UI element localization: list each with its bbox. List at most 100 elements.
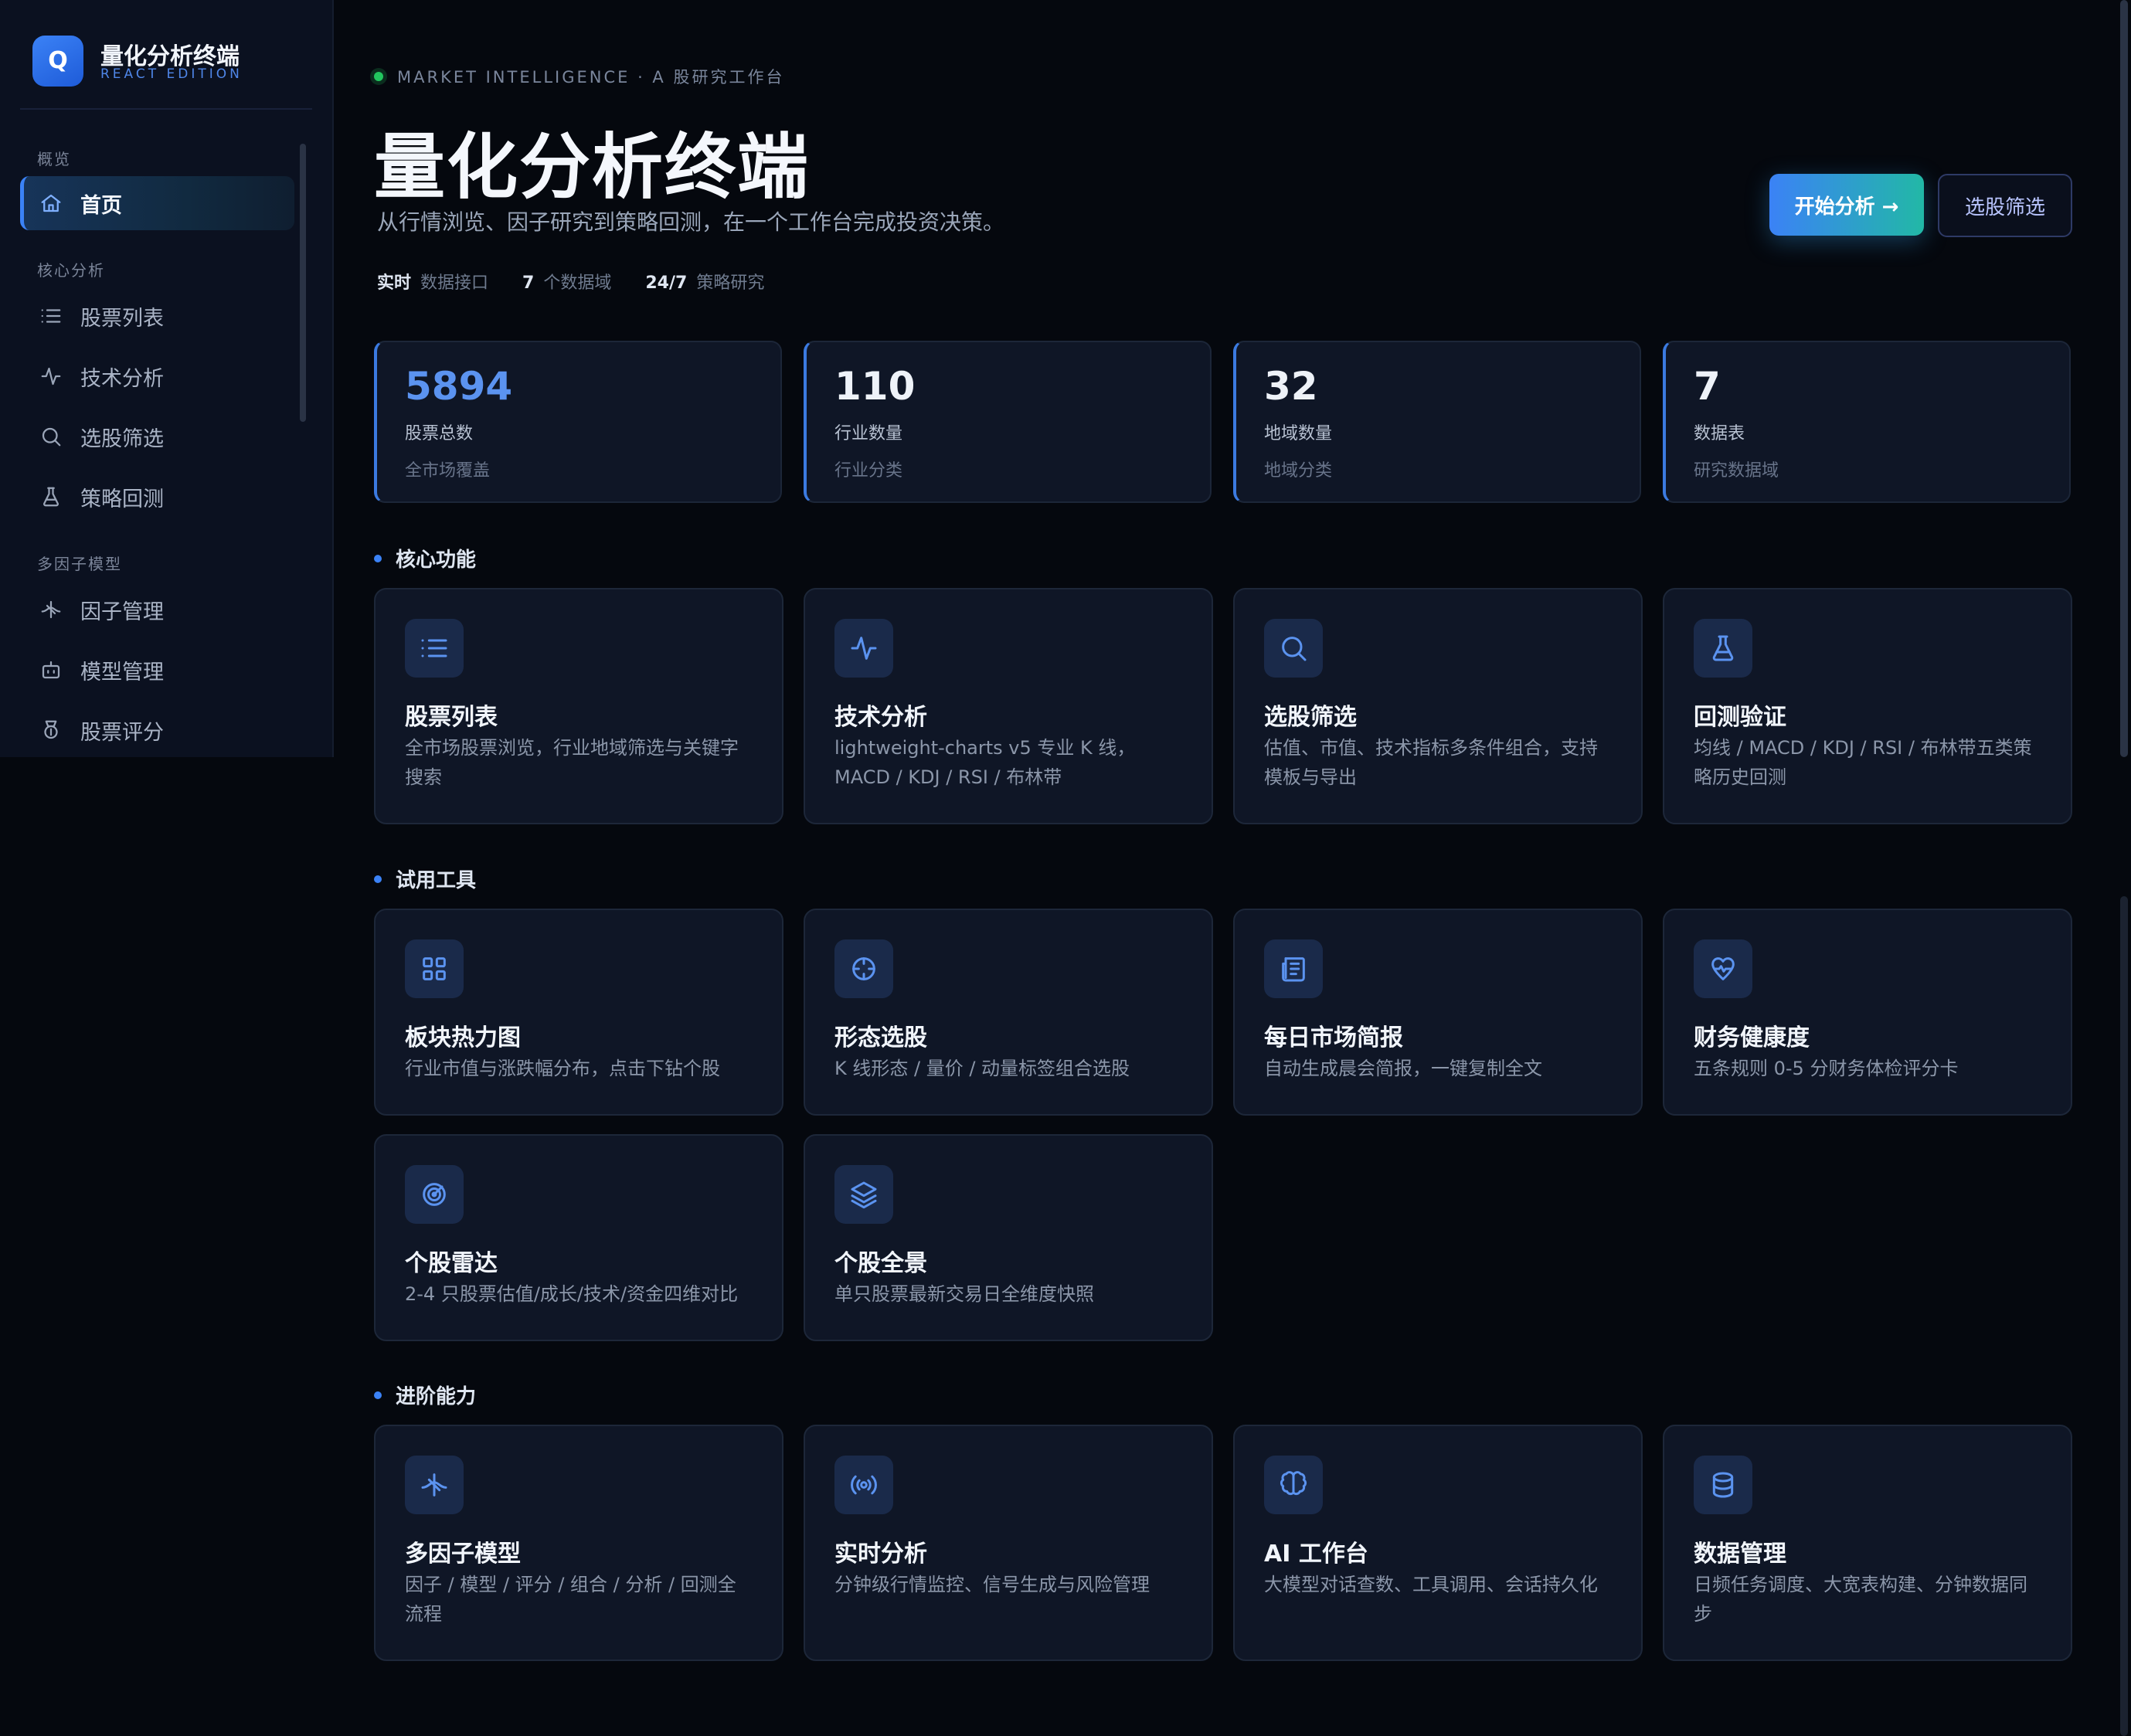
- section-heading-core: 核心功能: [374, 544, 476, 572]
- advanced-card-multifactor[interactable]: 多因子模型 因子 / 模型 / 评分 / 组合 / 分析 / 回测全流程: [374, 1425, 783, 1661]
- bot-icon: [37, 656, 65, 684]
- tool-card-panorama[interactable]: 个股全景 单只股票最新交易日全维度快照: [804, 1134, 1213, 1341]
- section-heading-advanced: 进阶能力: [374, 1381, 476, 1409]
- advanced-card-data-management[interactable]: 数据管理 日频任务调度、大宽表构建、分钟数据同步: [1663, 1425, 2072, 1661]
- brand-subtitle: REACT EDITION: [100, 66, 243, 82]
- sidebar-item-screener[interactable]: 选股筛选: [20, 409, 291, 464]
- sidebar-item-label: 首页: [80, 193, 122, 218]
- advanced-card-realtime[interactable]: 实时分析 分钟级行情监控、信号生成与风险管理: [804, 1425, 1213, 1661]
- card-title: 多因子模型: [405, 1541, 521, 1568]
- brand[interactable]: Q 量化分析终端 REACT EDITION: [20, 34, 312, 110]
- feature-card-backtest[interactable]: 回测验证 均线 / MACD / KDJ / RSI / 布林带五类策略历史回测: [1663, 588, 2072, 824]
- nav-section-multifactor: 多因子模型: [37, 555, 122, 573]
- card-description: 行业市值与涨跌幅分布，点击下钻个股: [405, 1058, 720, 1079]
- stat-label: 数据表: [1694, 424, 1745, 443]
- sidebar-item-label: 模型管理: [80, 660, 164, 685]
- section-heading-tools: 试用工具: [374, 865, 476, 893]
- feature-card-technical[interactable]: 技术分析 lightweight-charts v5 专业 K 线，MACD /…: [804, 588, 1213, 824]
- card-title: AI 工作台: [1264, 1541, 1368, 1568]
- card-description: 五条规则 0-5 分财务体检评分卡: [1694, 1058, 1959, 1079]
- radio-icon: [834, 1456, 893, 1514]
- crosshair-icon: [834, 939, 893, 998]
- card-title: 回测验证: [1694, 704, 1786, 731]
- tool-card-pattern[interactable]: 形态选股 K 线形态 / 量价 / 动量标签组合选股: [804, 909, 1213, 1116]
- sidebar-item-label: 股票列表: [80, 306, 164, 331]
- card-title: 实时分析: [834, 1541, 927, 1568]
- sidebar-item-label: 因子管理: [80, 600, 164, 624]
- sidebar-item-model-management[interactable]: 模型管理: [20, 643, 291, 697]
- card-description: 大模型对话查数、工具调用、会话持久化: [1264, 1574, 1598, 1595]
- sidebar: Q 量化分析终端 REACT EDITION 概览 首页 核心分析 股票列表 技…: [0, 0, 334, 757]
- dna-icon: [405, 1456, 464, 1514]
- eyebrow: MARKET INTELLIGENCE · A 股研究工作台: [374, 65, 784, 88]
- section-title: 进阶能力: [396, 1385, 477, 1408]
- main-content: MARKET INTELLIGENCE · A 股研究工作台 量化分析终端 从行…: [332, 0, 2109, 1736]
- advanced-card-ai-workbench[interactable]: AI 工作台 大模型对话查数、工具调用、会话持久化: [1233, 1425, 1643, 1661]
- tool-card-heatmap[interactable]: 板块热力图 行业市值与涨跌幅分布，点击下钻个股: [374, 909, 783, 1116]
- metric-domains: 7 个数据域: [522, 269, 611, 294]
- page-subtitle: 从行情浏览、因子研究到策略回测，在一个工作台完成投资决策。: [377, 209, 1005, 235]
- sidebar-item-technical[interactable]: 技术分析: [20, 349, 291, 403]
- page-scrollbar-track[interactable]: [2120, 896, 2128, 1736]
- sidebar-item-label: 策略回测: [80, 487, 164, 511]
- section-title: 核心功能: [396, 549, 477, 572]
- sidebar-scrollbar[interactable]: [300, 144, 306, 422]
- section-dot: [374, 554, 382, 562]
- card-title: 个股全景: [834, 1250, 927, 1277]
- metric-label: 个数据域: [543, 273, 612, 293]
- heart-pulse-icon: [1694, 939, 1752, 998]
- stat-sub: 地域分类: [1264, 461, 1333, 481]
- start-analysis-button[interactable]: 开始分析 →: [1769, 174, 1924, 236]
- card-description: 均线 / MACD / KDJ / RSI / 布林带五类策略历史回测: [1694, 737, 2032, 788]
- database-icon: [1694, 1456, 1752, 1514]
- tool-card-radar[interactable]: 个股雷达 2-4 只股票估值/成长/技术/资金四维对比: [374, 1134, 783, 1341]
- stat-card-stocks: 5894 股票总数 全市场覆盖: [374, 341, 782, 503]
- card-description: K 线形态 / 量价 / 动量标签组合选股: [834, 1058, 1130, 1079]
- stat-sub: 行业分类: [834, 461, 903, 481]
- card-title: 财务健康度: [1694, 1024, 1810, 1051]
- metric-research: 24/7 策略研究: [645, 269, 764, 294]
- sidebar-item-factor-management[interactable]: 因子管理: [20, 583, 291, 637]
- eyebrow-text: MARKET INTELLIGENCE · A 股研究工作台: [397, 68, 785, 87]
- card-description: 全市场股票浏览，行业地域筛选与关键字搜索: [405, 737, 739, 788]
- page-title: 量化分析终端: [374, 126, 811, 209]
- activity-icon: [37, 362, 65, 390]
- brand-logo: Q: [32, 36, 83, 87]
- metric-label: 数据接口: [420, 273, 489, 293]
- sidebar-item-label: 选股筛选: [80, 426, 164, 451]
- metric-realtime: 实时 数据接口: [377, 269, 488, 294]
- stat-card-industries: 110 行业数量 行业分类: [804, 341, 1212, 503]
- hero-metrics: 实时 数据接口 7 个数据域 24/7 策略研究: [377, 269, 798, 294]
- page-scrollbar[interactable]: [2120, 0, 2128, 757]
- card-description: 自动生成晨会简报，一键复制全文: [1264, 1058, 1542, 1079]
- sidebar-item-label: 股票评分: [80, 720, 164, 745]
- stat-value: 5894: [405, 364, 513, 409]
- tool-card-financial-health[interactable]: 财务健康度 五条规则 0-5 分财务体检评分卡: [1663, 909, 2072, 1116]
- award-icon: [37, 716, 65, 744]
- nav-section-core: 核心分析: [37, 261, 105, 280]
- card-description: 分钟级行情监控、信号生成与风险管理: [834, 1574, 1150, 1595]
- search-icon: [37, 423, 65, 450]
- stock-screener-button[interactable]: 选股筛选: [1938, 174, 2072, 237]
- sidebar-item-home[interactable]: 首页: [20, 176, 294, 230]
- newspaper-icon: [1264, 939, 1323, 998]
- tool-card-briefing[interactable]: 每日市场简报 自动生成晨会简报，一键复制全文: [1233, 909, 1643, 1116]
- sidebar-item-stock-scoring[interactable]: 股票评分: [20, 703, 291, 757]
- stat-value: 32: [1264, 364, 1318, 409]
- metric-label: 策略研究: [696, 273, 765, 293]
- stat-card-tables: 7 数据表 研究数据域: [1663, 341, 2071, 503]
- card-title: 数据管理: [1694, 1541, 1786, 1568]
- feature-card-stock-list[interactable]: 股票列表 全市场股票浏览，行业地域筛选与关键字搜索: [374, 588, 783, 824]
- card-description: 日频任务调度、大宽表构建、分钟数据同步: [1694, 1574, 2027, 1625]
- live-status-dot: [374, 72, 383, 81]
- list-icon: [37, 302, 65, 330]
- sidebar-item-stock-list[interactable]: 股票列表: [20, 289, 291, 343]
- stat-card-regions: 32 地域数量 地域分类: [1233, 341, 1641, 503]
- stat-value: 7: [1694, 364, 1721, 409]
- card-description: 估值、市值、技术指标多条件组合，支持模板与导出: [1264, 737, 1598, 788]
- card-description: lightweight-charts v5 专业 K 线，MACD / KDJ …: [834, 737, 1136, 788]
- card-title: 选股筛选: [1264, 704, 1357, 731]
- card-description: 单只股票最新交易日全维度快照: [834, 1283, 1094, 1305]
- feature-card-screener[interactable]: 选股筛选 估值、市值、技术指标多条件组合，支持模板与导出: [1233, 588, 1643, 824]
- sidebar-item-backtest[interactable]: 策略回测: [20, 470, 291, 524]
